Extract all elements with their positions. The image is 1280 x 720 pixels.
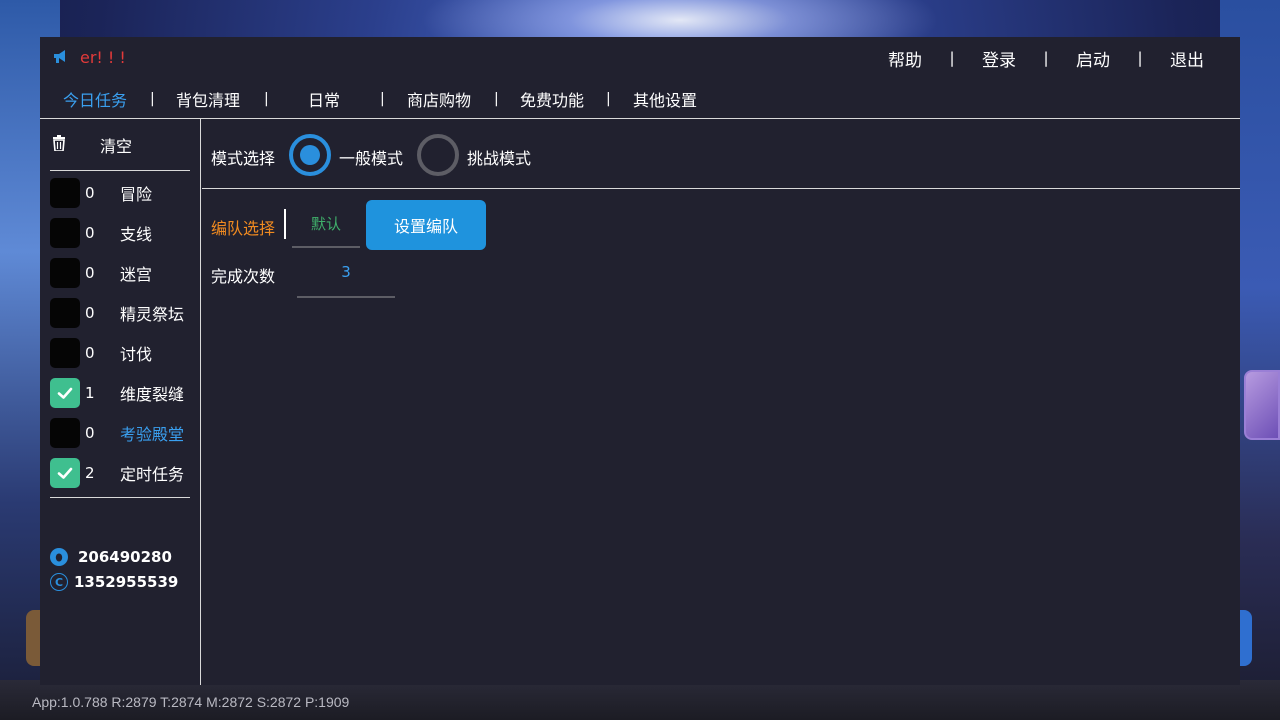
- checkmark-icon: [57, 387, 73, 399]
- task-trial-hall[interactable]: 0 考验殿堂: [50, 413, 190, 453]
- challenge-mode-label[interactable]: 挑战模式: [467, 145, 531, 169]
- divider: [50, 497, 190, 498]
- tab-free-features[interactable]: 免费功能: [498, 87, 606, 111]
- clear-label: 清空: [100, 136, 133, 156]
- qq-icon: [50, 548, 68, 566]
- tab-today-tasks[interactable]: 今日任务: [40, 87, 150, 111]
- task-label: 考验殿堂: [120, 425, 185, 444]
- login-link[interactable]: 登录: [964, 46, 1034, 71]
- task-label: 冒险: [120, 185, 153, 204]
- task-label: 讨伐: [120, 345, 153, 364]
- team-select-label: 编队选择: [211, 219, 276, 238]
- background-thumbnail: [1244, 370, 1280, 440]
- separator: |: [949, 49, 955, 67]
- tab-bag-cleanup[interactable]: 背包清理: [152, 87, 264, 111]
- mode-label: 模式选择: [211, 149, 276, 168]
- task-count: 0: [85, 304, 95, 322]
- start-link[interactable]: 启动: [1058, 46, 1128, 71]
- task-sidebar: 清空 0 冒险 0 支线 0 迷宫 0 精灵祭坛 0 讨伐 1 维度裂缝 0 考…: [40, 119, 201, 685]
- tab-other-settings[interactable]: 其他设置: [610, 87, 720, 111]
- task-checkbox[interactable]: [50, 338, 80, 368]
- normal-mode-label[interactable]: 一般模式: [339, 145, 403, 169]
- qq-number: 206490280: [78, 548, 172, 566]
- task-count: 1: [85, 384, 95, 402]
- task-spirit-altar[interactable]: 0 精灵祭坛: [50, 293, 190, 333]
- task-count: 0: [85, 264, 95, 282]
- tab-shop[interactable]: 商店购物: [384, 87, 494, 111]
- trash-icon: [52, 134, 72, 155]
- task-side-quest[interactable]: 0 支线: [50, 213, 190, 253]
- mode-selection-row: 模式选择 一般模式 挑战模式: [202, 119, 1240, 189]
- task-adventure[interactable]: 0 冒险: [50, 173, 190, 213]
- radio-normal-mode[interactable]: [289, 134, 331, 176]
- task-count: 0: [85, 224, 95, 242]
- radio-challenge-mode[interactable]: [417, 134, 459, 176]
- main-panel: er! ! ! 帮助 | 登录 | 启动 | 退出 今日任务 | 背包清理 | …: [40, 37, 1240, 685]
- copyright-contact: C 1352955539: [50, 573, 178, 591]
- task-count: 0: [85, 424, 95, 442]
- checkmark-icon: [57, 467, 73, 479]
- task-label: 精灵祭坛: [120, 305, 185, 324]
- completion-count-label: 完成次数: [211, 267, 276, 286]
- task-crusade[interactable]: 0 讨伐: [50, 333, 190, 373]
- tab-bar: 今日任务 | 背包清理 | 日常 | 商店购物 | 免费功能 | 其他设置: [40, 79, 1240, 119]
- separator: |: [1137, 49, 1143, 67]
- task-checkbox[interactable]: [50, 178, 80, 208]
- task-count: 2: [85, 464, 95, 482]
- status-bar: App:1.0.788 R:2879 T:2874 M:2872 S:2872 …: [32, 694, 350, 710]
- clear-button[interactable]: 清空: [50, 119, 190, 171]
- task-count: 0: [85, 344, 95, 362]
- megaphone-icon: [52, 47, 70, 65]
- task-checkbox[interactable]: [50, 298, 80, 328]
- qq-contact: 206490280: [50, 548, 172, 566]
- task-checkbox[interactable]: [50, 258, 80, 288]
- tab-daily[interactable]: 日常: [268, 87, 380, 111]
- task-checkbox-checked[interactable]: [50, 458, 80, 488]
- task-count: 0: [85, 184, 95, 202]
- separator: |: [1043, 49, 1049, 67]
- exit-link[interactable]: 退出: [1152, 46, 1222, 71]
- top-links: 帮助 | 登录 | 启动 | 退出: [870, 37, 1240, 79]
- task-label: 支线: [120, 225, 153, 244]
- task-label: 迷宫: [120, 265, 153, 284]
- task-checkbox-checked[interactable]: [50, 378, 80, 408]
- task-scheduled[interactable]: 2 定时任务: [50, 453, 190, 493]
- set-team-button[interactable]: 设置编队: [366, 200, 486, 250]
- task-checkbox[interactable]: [50, 218, 80, 248]
- notice-text: er! ! !: [80, 48, 126, 67]
- task-checkbox[interactable]: [50, 418, 80, 448]
- copyright-icon: C: [50, 573, 68, 591]
- team-select[interactable]: 默认: [292, 201, 360, 248]
- help-link[interactable]: 帮助: [870, 46, 940, 71]
- task-maze[interactable]: 0 迷宫: [50, 253, 190, 293]
- background-right-tab: [1238, 610, 1252, 666]
- task-label: 定时任务: [120, 465, 185, 484]
- top-bar: er! ! ! 帮助 | 登录 | 启动 | 退出: [40, 37, 1240, 79]
- copyright-number: 1352955539: [74, 573, 179, 591]
- task-label: 维度裂缝: [120, 385, 185, 404]
- task-list: 0 冒险 0 支线 0 迷宫 0 精灵祭坛 0 讨伐 1 维度裂缝 0 考验殿堂…: [50, 173, 190, 493]
- task-dimension-rift[interactable]: 1 维度裂缝: [50, 373, 190, 413]
- text-cursor: [284, 209, 286, 239]
- completion-count-input[interactable]: 3: [297, 251, 395, 298]
